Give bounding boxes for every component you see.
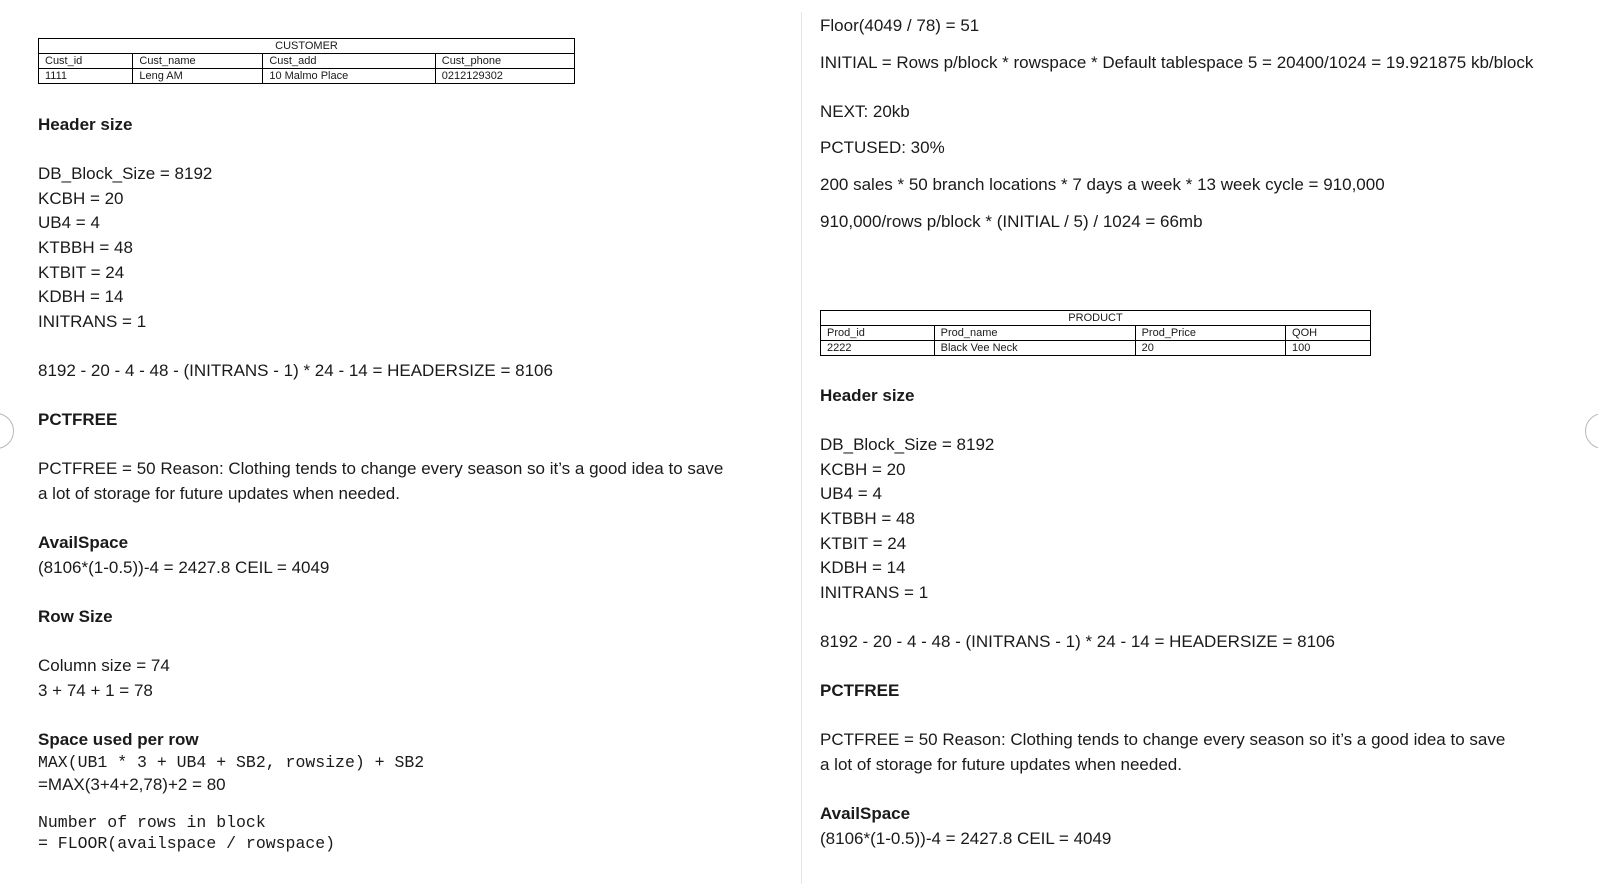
table-header-cell: Prod_name <box>933 325 1136 341</box>
text-line: =MAX(3+4+2,78)+2 = 80 <box>38 775 226 795</box>
section-heading: AvailSpace <box>820 804 911 824</box>
text-line: KDBH = 14 <box>820 558 906 578</box>
section-heading: PCTFREE <box>38 410 118 430</box>
section-heading: Row Size <box>38 606 113 626</box>
code-line: = FLOOR(availspace / rowspace) <box>38 834 336 854</box>
section-heading: Header size <box>38 115 133 134</box>
right-page: Floor(4049 / 78) = 51 INITIAL = Rows p/b… <box>820 0 1560 896</box>
text-line: UB4 = 4 <box>38 213 100 233</box>
text-line: DB_Block_Size = 8192 <box>820 435 995 455</box>
text-line: (8106*(1-0.5))-4 = 2427.8 CEIL = 4049 <box>820 828 1112 848</box>
formula-line: 8192 - 20 - 4 - 48 - (INITRANS - 1) * 24… <box>820 631 1335 651</box>
section-heading: AvailSpace <box>38 533 129 553</box>
page-divider <box>801 12 802 884</box>
text-line: INITRANS = 1 <box>38 311 147 331</box>
text-line: Floor(4049 / 78) = 51 <box>820 16 980 35</box>
text-line: Column size = 74 <box>38 656 170 676</box>
text-line: 200 sales * 50 branch locations * 7 days… <box>820 174 1385 194</box>
text-line: KTBIT = 24 <box>38 262 125 282</box>
table-header-cell: Cust_phone <box>434 53 576 69</box>
code-line: Number of rows in block <box>38 813 266 833</box>
text-line: INITRANS = 1 <box>820 582 929 602</box>
customer-table: CUSTOMER Cust_id Cust_name Cust_add Cust… <box>38 38 576 84</box>
table-header-cell: QOH <box>1285 325 1371 341</box>
section-heading: PCTFREE <box>820 681 900 701</box>
table-cell: Black Vee Neck <box>933 340 1136 356</box>
text-line: 910,000/rows p/block * (INITIAL / 5) / 1… <box>820 211 1203 231</box>
paragraph: PCTFREE = 50 Reason: Clothing tends to c… <box>820 730 1506 774</box>
table-header-cell: Cust_add <box>262 53 436 69</box>
text-line: UB4 = 4 <box>820 484 882 504</box>
right-top-text: Floor(4049 / 78) = 51 INITIAL = Rows p/b… <box>820 14 1540 234</box>
text-line: KCBH = 20 <box>820 459 906 479</box>
text-line: KTBIT = 24 <box>820 533 907 553</box>
table-cell: 0212129302 <box>434 68 576 84</box>
left-page: CUSTOMER Cust_id Cust_name Cust_add Cust… <box>38 0 778 896</box>
text-line: NEXT: 20kb <box>820 101 910 121</box>
table-cell: 100 <box>1285 340 1371 356</box>
text-line: KTBBH = 48 <box>38 237 133 257</box>
table-cell: 10 Malmo Place <box>262 68 436 84</box>
paragraph: PCTFREE = 50 Reason: Clothing tends to c… <box>38 459 724 503</box>
product-table: PRODUCT Prod_id Prod_name Prod_Price QOH… <box>820 310 1371 356</box>
table-cell: 2222 <box>820 340 935 356</box>
text-line: KDBH = 14 <box>38 287 124 307</box>
formula-line: 8192 - 20 - 4 - 48 - (INITRANS - 1) * 24… <box>38 360 553 380</box>
left-text-body: Header size DB_Block_Size = 8192 KCBH = … <box>38 113 738 854</box>
table-header-cell: Prod_id <box>820 325 935 341</box>
paragraph: INITIAL = Rows p/block * rowspace * Defa… <box>820 52 1534 72</box>
right-text-body: Header size DB_Block_Size = 8192 KCBH = … <box>820 384 1520 851</box>
table-caption: PRODUCT <box>820 310 1371 326</box>
code-line: MAX(UB1 * 3 + UB4 + SB2, rowsize) + SB2 <box>38 753 425 773</box>
text-line: PCTUSED: 30% <box>820 138 945 158</box>
text-line: (8106*(1-0.5))-4 = 2427.8 CEIL = 4049 <box>38 557 330 577</box>
table-cell: 20 <box>1134 340 1287 356</box>
table-header-cell: Cust_id <box>38 53 134 69</box>
text-line: KCBH = 20 <box>38 188 124 208</box>
text-line: 3 + 74 + 1 = 78 <box>38 680 153 700</box>
table-caption: CUSTOMER <box>38 38 575 54</box>
section-heading: Header size <box>820 386 915 405</box>
next-page-button[interactable] <box>1585 413 1598 449</box>
text-line: DB_Block_Size = 8192 <box>38 164 213 184</box>
table-header-cell: Prod_Price <box>1134 325 1287 341</box>
table-cell: 1111 <box>38 68 134 84</box>
table-header-cell: Cust_name <box>132 53 264 69</box>
table-cell: Leng AM <box>132 68 264 84</box>
previous-page-button[interactable] <box>0 413 14 449</box>
text-line: KTBBH = 48 <box>820 508 915 528</box>
section-heading: Space used per row <box>38 729 199 749</box>
